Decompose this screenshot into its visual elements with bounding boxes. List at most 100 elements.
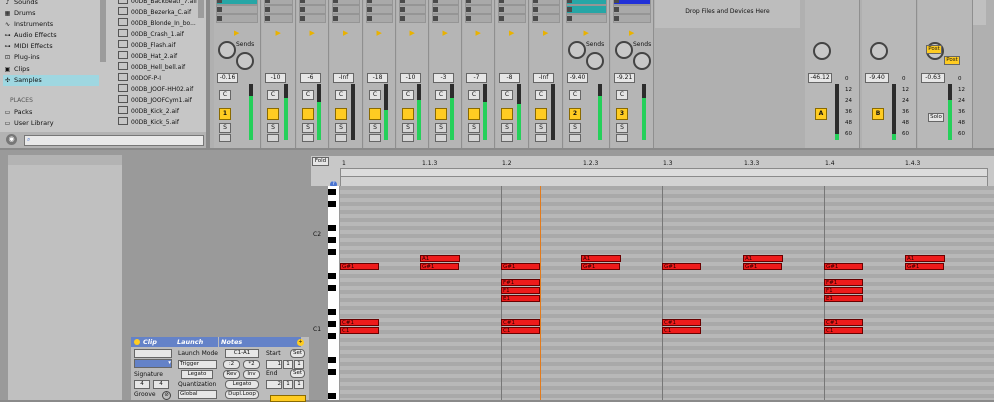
crossfade-button[interactable]: C <box>435 90 447 100</box>
list-item[interactable]: 00DB_Bezerka_C.aif <box>118 7 191 18</box>
solo-button[interactable]: S <box>335 123 347 133</box>
sidebar-item-clips[interactable]: ▣ Clips <box>3 64 99 75</box>
post-button[interactable]: Post <box>944 56 960 65</box>
places-item-packs[interactable]: ▭ Packs <box>3 107 99 118</box>
black-key[interactable] <box>328 369 336 375</box>
arm-button[interactable] <box>501 134 513 142</box>
midi-note[interactable]: G#1 <box>824 263 863 270</box>
midi-note[interactable]: G#1 <box>581 263 620 270</box>
black-key[interactable] <box>328 189 336 195</box>
black-key[interactable] <box>328 357 336 363</box>
clip-activator-icon[interactable] <box>134 339 140 345</box>
drop-area[interactable]: Drop Files and Devices Here <box>655 0 800 28</box>
track-volume[interactable]: -18 <box>367 73 388 83</box>
black-key[interactable] <box>328 393 336 399</box>
track-volume[interactable]: -8 <box>499 73 520 83</box>
track-activator-button[interactable] <box>402 108 414 120</box>
start-beat[interactable]: 1 <box>283 360 293 369</box>
crossfade-button[interactable]: C <box>468 90 480 100</box>
sidebar-item-drums[interactable]: ▦ Drums <box>3 8 99 19</box>
solo-button[interactable]: S <box>219 123 231 133</box>
clip-stop-icon[interactable] <box>333 7 338 12</box>
clip-slot[interactable] <box>216 14 258 23</box>
arm-button[interactable] <box>369 134 381 142</box>
track-activator-button[interactable] <box>501 108 513 120</box>
clip-stop-icon[interactable] <box>567 16 572 21</box>
reverse-button[interactable]: Rev <box>223 370 240 379</box>
black-key[interactable] <box>328 273 336 279</box>
clip-stop-icon[interactable] <box>533 16 538 21</box>
solo-button[interactable]: S <box>267 123 279 133</box>
midi-note[interactable]: C1 <box>340 327 379 334</box>
clip-name-field[interactable] <box>134 349 172 358</box>
sidebar-item-plug-ins[interactable]: ⊡ Plug-ins <box>3 52 99 63</box>
track-volume[interactable]: -Inf <box>333 73 354 83</box>
midi-note[interactable]: E1 <box>501 295 540 302</box>
track-volume[interactable]: -7 <box>466 73 487 83</box>
send-knob[interactable] <box>870 42 888 60</box>
end-sixteenth[interactable]: 1 <box>294 380 304 389</box>
list-item[interactable]: 00DB_Kick_5.aif <box>118 117 179 128</box>
track-volume[interactable]: -0.16 <box>217 73 238 83</box>
return-activator-button[interactable]: A <box>815 108 827 120</box>
crossfade-button[interactable]: C <box>535 90 547 100</box>
search-input[interactable]: ⌕ <box>24 135 204 146</box>
start-bar[interactable]: 1 <box>266 360 282 369</box>
clip-stop-icon[interactable] <box>333 0 338 3</box>
track-volume[interactable]: -10 <box>400 73 421 83</box>
list-item[interactable]: 00DB_Crash_1.aif <box>118 29 184 40</box>
track-volume[interactable]: -9.21 <box>614 73 635 83</box>
clip-stop-icon[interactable] <box>300 7 305 12</box>
master-solo-button[interactable]: Solo <box>928 113 944 122</box>
track-activator-button[interactable] <box>267 108 279 120</box>
midi-note[interactable]: G#1 <box>420 263 459 270</box>
solo-button[interactable]: S <box>616 123 628 133</box>
track-activator-button[interactable] <box>468 108 480 120</box>
solo-button[interactable]: S <box>501 123 513 133</box>
black-key[interactable] <box>328 321 336 327</box>
track-volume[interactable]: -Inf <box>533 73 554 83</box>
track-activator-button[interactable]: 1 <box>219 108 231 120</box>
black-key[interactable] <box>328 237 336 243</box>
crossfade-button[interactable]: C <box>501 90 513 100</box>
sidebar-item-audio-effects[interactable]: ⊶ Audio Effects <box>3 30 99 41</box>
sidebar-item-midi-effects[interactable]: ⊶ MIDI Effects <box>3 41 99 52</box>
clip-stop-icon[interactable] <box>614 7 619 12</box>
preview-icon[interactable]: ◉ <box>6 134 17 145</box>
solo-button[interactable]: S <box>435 123 447 133</box>
track-volume[interactable]: -10 <box>265 73 286 83</box>
sidebar-item-sounds[interactable]: ♪ Sounds <box>3 0 99 8</box>
note-grid[interactable] <box>340 186 994 400</box>
send-b-knob[interactable] <box>236 52 254 70</box>
track-volume[interactable]: -9.40 <box>567 73 588 83</box>
solo-button[interactable]: S <box>402 123 414 133</box>
fold-button[interactable]: Fold <box>312 157 329 166</box>
crossfade-button[interactable]: C <box>335 90 347 100</box>
clip-stop-icon[interactable] <box>533 7 538 12</box>
midi-note[interactable]: C#1 <box>340 319 379 326</box>
crossfade-button[interactable]: C <box>569 90 581 100</box>
clip-stop-icon[interactable] <box>400 0 405 3</box>
crossfade-button[interactable]: C <box>369 90 381 100</box>
clip-slot[interactable] <box>216 5 258 14</box>
track-activator-button[interactable] <box>335 108 347 120</box>
list-item[interactable]: 00DB_Flash.aif <box>118 40 175 51</box>
black-key[interactable] <box>328 249 336 255</box>
midi-note[interactable]: A1 <box>581 255 621 262</box>
solo-button[interactable]: S <box>535 123 547 133</box>
midi-note[interactable]: F1 <box>824 287 863 294</box>
solo-button[interactable]: S <box>468 123 480 133</box>
clip-stop-icon[interactable] <box>499 7 504 12</box>
list-item[interactable]: 00DB_Backbeatr_7.aif <box>118 0 197 7</box>
midi-note[interactable]: A1 <box>905 255 945 262</box>
half-tempo-button[interactable]: :2 <box>223 360 240 369</box>
return-volume[interactable]: -0.63 <box>921 73 945 83</box>
midi-note[interactable]: C#1 <box>662 319 701 326</box>
list-item[interactable]: 00DB_Kick_2.aif <box>118 106 179 117</box>
post-button[interactable]: Post <box>926 45 942 54</box>
groove-hot-swap-icon[interactable]: ⊘ <box>162 391 171 400</box>
black-key[interactable] <box>328 201 336 207</box>
send-a-knob[interactable] <box>615 41 633 59</box>
clip-stop-icon[interactable] <box>367 7 372 12</box>
send-knob[interactable] <box>813 42 831 60</box>
